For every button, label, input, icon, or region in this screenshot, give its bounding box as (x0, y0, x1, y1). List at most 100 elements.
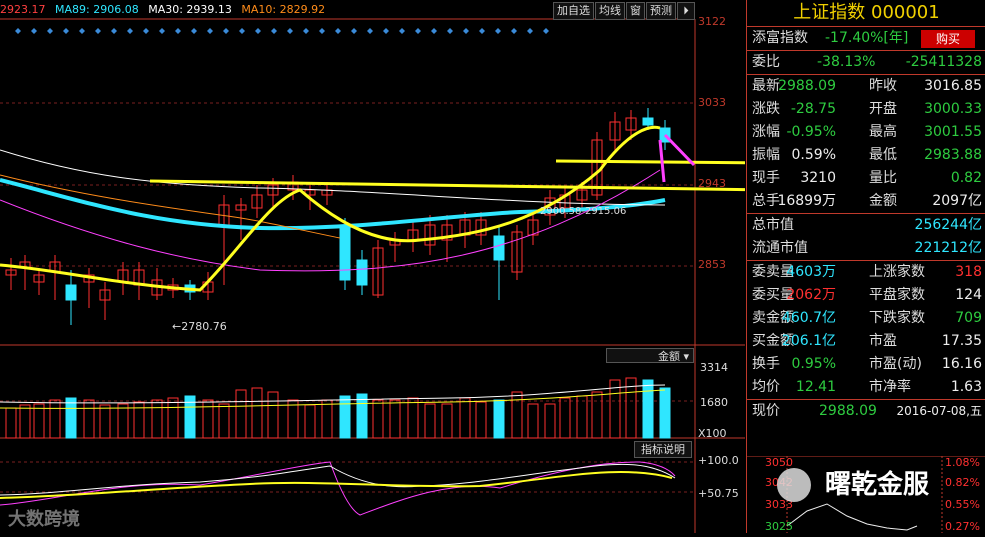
weibi-row: 委比 -38.13% -25411328 (747, 50, 985, 74)
price-axis-label: 3033 (698, 96, 726, 109)
chevron-down-icon: ▾ (683, 350, 689, 363)
ma-lines-button[interactable]: 均线 (595, 2, 625, 20)
quote-row: 委买量 2062万 平盘家数 124 (747, 284, 985, 307)
market-value: 256244亿 (914, 217, 982, 233)
row-label: 下跌家数 (869, 310, 925, 326)
ma-legend-item-3: MA10: 2829.92 (241, 3, 326, 16)
volume-bar (5, 407, 17, 439)
volume-bar (151, 399, 163, 439)
tianfu-row: 添富指数 -17.40%[年] 购买 (747, 27, 985, 50)
row-label: 现手 (752, 170, 780, 186)
quote-row: 总手 16899万 金额 2097亿 (747, 190, 985, 213)
volume-bar (19, 404, 31, 439)
event-diamond-icon (143, 28, 149, 34)
volume-bar (321, 399, 333, 439)
mini-right-label: 0.55% (945, 498, 980, 511)
event-diamond-icon (399, 28, 405, 34)
add-watchlist-button[interactable]: 加自选 (553, 2, 594, 20)
quote-row: 均价 12.41 市净率 1.63 (747, 376, 985, 399)
quote-row: 委卖量 4603万 上涨家数 318 (747, 261, 985, 284)
row-label: 最高 (869, 124, 897, 140)
watermark-text: 曙乾金服 (825, 470, 930, 500)
indicator-help-button[interactable]: 指标说明 (634, 441, 692, 458)
row-value: 206.1亿 (781, 333, 836, 349)
volume-bar (441, 403, 453, 439)
volume-bar (83, 399, 95, 439)
volume-axis-unit: X100 (698, 427, 727, 440)
mini-right-label: 1.08% (945, 456, 980, 469)
ma-legend: 2923.17 MA89: 2906.08 MA30: 2939.13 MA10… (0, 2, 331, 18)
quote-row: 振幅 0.59% 最低 2983.88 (747, 144, 985, 167)
event-diamond-icon (159, 28, 165, 34)
row-label: 昨收 (869, 78, 897, 94)
volume-axis-top: 3314 (700, 361, 728, 374)
row-value: 3001.55 (924, 124, 982, 140)
price-axis-label: 3122 (698, 15, 726, 28)
weibi-pct: -38.13% (817, 54, 876, 70)
row-value: 318 (955, 264, 982, 280)
now-row: 现价 2988.09 2016-07-08,五 (747, 399, 985, 423)
event-diamond-icon (47, 28, 53, 34)
now-value: 2988.09 (819, 403, 877, 419)
buy-button[interactable]: 购买 (921, 30, 975, 48)
arrow-line (663, 133, 696, 167)
weibi-value: -25411328 (905, 54, 982, 70)
trend-line (555, 159, 745, 165)
row-value: 2988.09 (778, 78, 836, 94)
row-value: 16.16 (941, 356, 982, 372)
quote-row: 现手 3210 量比 0.82 (747, 167, 985, 190)
volume-bar (33, 403, 45, 439)
amount-dropdown[interactable]: 金额 ▾ (606, 348, 694, 363)
row-value: 0.82 (950, 170, 982, 186)
order-rows: 委卖量 4603万 上涨家数 318 委买量 2062万 平盘家数 124 卖金额 460.7亿下… (747, 260, 985, 399)
event-diamond-icon (111, 28, 117, 34)
row-value: 16899万 (777, 193, 836, 209)
low-price-label: ←2780.76 (172, 320, 227, 333)
volume-bar (65, 397, 77, 439)
mini-left-label: 3050 (765, 456, 793, 469)
play-icon[interactable]: ⏵ (677, 2, 695, 20)
row-label: 市盈(动) (869, 356, 922, 372)
volume-bar (202, 399, 214, 439)
tianfu-label: 添富指数 (752, 30, 808, 46)
event-diamond-icon (207, 28, 213, 34)
volume-axis-mid: 1680 (700, 396, 728, 409)
row-label: 金额 (869, 193, 897, 209)
row-value: 4603万 (786, 264, 836, 280)
forecast-button[interactable]: 预测 (646, 2, 676, 20)
quote-rows: 最新 2988.09 昨收 3016.85 涨跌 -28.75 开盘 3000.33 涨幅 -0.… (747, 74, 985, 213)
volume-bar (389, 399, 401, 439)
row-value: 3210 (800, 170, 836, 186)
row-value: 0.95% (791, 356, 836, 372)
quote-row: 卖金额 460.7亿 下跌家数 709 (747, 307, 985, 330)
volume-bar (459, 397, 471, 439)
ma-legend-item-2: MA30: 2939.13 (148, 3, 232, 16)
row-value: 2097亿 (932, 193, 982, 209)
event-diamond-icon (351, 28, 357, 34)
window-button[interactable]: 窗 (626, 2, 645, 20)
row-value: 12.41 (795, 379, 836, 395)
quote-panel: 上证指数 000001 添富指数 -17.40%[年] 购买 委比 -38.13… (746, 0, 985, 533)
event-diamond-icon (495, 28, 501, 34)
ma-inline-label: 2900.58-2915.06 (540, 206, 627, 217)
volume-bar (642, 379, 654, 439)
event-diamond-icon (239, 28, 245, 34)
volume-ma-line (0, 384, 666, 404)
event-diamond-icon (431, 28, 437, 34)
event-diamond-icon (255, 28, 261, 34)
watermark-text: 大数跨境 (8, 509, 80, 530)
volume-bar (49, 399, 61, 439)
event-diamond-icon (15, 28, 21, 34)
row-value: 709 (955, 310, 982, 326)
price-axis-label: 2853 (698, 258, 726, 271)
volume-bar (99, 404, 111, 439)
row-value: 1.63 (950, 379, 982, 395)
quote-row: 买金额 206.1亿 市盈 17.35 (747, 330, 985, 353)
quote-row: 换手 0.95% 市盈(动) 16.16 (747, 353, 985, 376)
event-diamond-icon (415, 28, 421, 34)
volume-bar (493, 399, 505, 439)
candle-body (356, 259, 368, 286)
event-diamond-icon (383, 28, 389, 34)
kline-chart-area[interactable]: 2923.17 MA89: 2906.08 MA30: 2939.13 MA10… (0, 0, 745, 533)
volume-bar (424, 403, 436, 439)
